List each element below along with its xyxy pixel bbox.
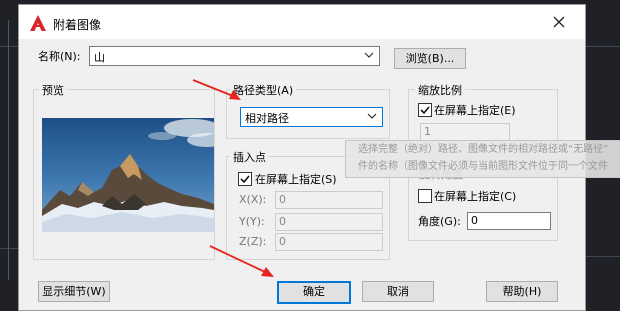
- path-type-tooltip: 选择完整（绝对）路径、图像文件的相对路径或“无路径” 件的名称（图像文件必须与当…: [345, 140, 620, 178]
- chevron-down-icon: [364, 52, 374, 58]
- chevron-down-icon: [367, 113, 377, 119]
- insertion-z-field[interactable]: 0: [275, 233, 383, 251]
- path-type-title: 路径类型(A): [230, 82, 297, 98]
- insertion-z-label: Z(Z):: [239, 235, 267, 248]
- dialog-title: 附着图像: [53, 18, 102, 32]
- close-button[interactable]: [549, 12, 569, 32]
- insertion-x-field[interactable]: 0: [275, 191, 383, 209]
- cancel-button[interactable]: 取消: [362, 281, 434, 302]
- mountain-image: [42, 118, 214, 232]
- insertion-z-value: 0: [279, 235, 286, 248]
- rotation-specify-checkbox[interactable]: [418, 189, 432, 203]
- angle-label: 角度(G):: [418, 215, 461, 228]
- insertion-y-value: 0: [279, 215, 286, 228]
- tooltip-line-2: 件的名称（图像文件必须与当前图形文件位于同一个文件: [358, 161, 608, 172]
- background-grid-line: [8, 20, 9, 280]
- checkmark-icon: [240, 175, 250, 184]
- preview-image: [42, 118, 214, 232]
- insertion-point-title: 插入点: [230, 149, 269, 165]
- scale-specify-label: 在屏幕上指定(E): [434, 104, 516, 117]
- browse-button[interactable]: 浏览(B)...: [394, 48, 466, 69]
- background-grid-line: [585, 46, 620, 47]
- close-icon: [553, 16, 565, 28]
- background-grid-line: [0, 46, 18, 47]
- insertion-x-value: 0: [279, 193, 286, 206]
- show-details-button[interactable]: 显示细节(W): [38, 281, 110, 302]
- angle-field[interactable]: 0: [467, 212, 551, 230]
- ok-button[interactable]: 确定: [277, 281, 351, 304]
- insertion-y-field[interactable]: 0: [275, 213, 383, 231]
- path-type-value: 相对路径: [245, 112, 289, 125]
- title-bar[interactable]: 附着图像: [19, 5, 585, 39]
- insertion-specify-label: 在屏幕上指定(S): [255, 173, 337, 186]
- help-button[interactable]: 帮助(H): [486, 281, 558, 302]
- path-type-dropdown[interactable]: 相对路径: [240, 107, 383, 127]
- name-value: 山: [94, 51, 105, 64]
- rotation-specify-label: 在屏幕上指定(C): [434, 190, 517, 203]
- background-grid-line: [0, 248, 18, 249]
- insertion-y-label: Y(Y):: [239, 215, 265, 228]
- name-label: 名称(N):: [38, 50, 81, 63]
- scale-field[interactable]: 1: [420, 123, 510, 141]
- insertion-specify-checkbox[interactable]: [238, 172, 252, 186]
- checkmark-icon: [420, 106, 430, 115]
- tooltip-line-1: 选择完整（绝对）路径、图像文件的相对路径或“无路径”: [358, 144, 609, 155]
- scale-value: 1: [424, 125, 431, 138]
- insertion-x-label: X(X):: [239, 193, 267, 206]
- autocad-app-icon: [30, 15, 46, 31]
- preview-group-title: 预览: [39, 82, 67, 98]
- name-dropdown[interactable]: 山: [89, 46, 380, 66]
- background-grid-line: [585, 256, 620, 257]
- rotation-group: [408, 175, 558, 241]
- scale-group-title: 缩放比例: [415, 82, 465, 98]
- angle-value: 0: [471, 214, 478, 227]
- scale-specify-checkbox[interactable]: [418, 103, 432, 117]
